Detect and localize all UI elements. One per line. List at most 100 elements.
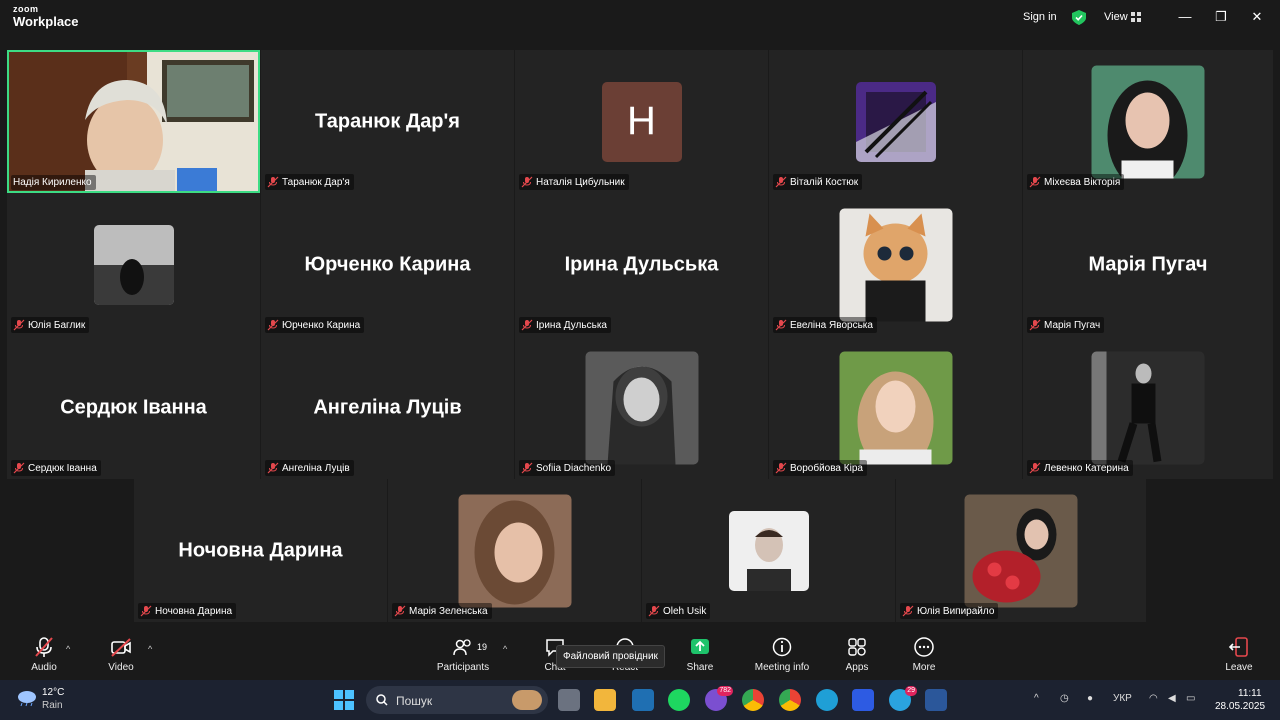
file-explorer-icon[interactable] <box>594 689 616 711</box>
audio-options-caret[interactable]: ^ <box>66 644 70 654</box>
apps-icon <box>848 638 866 656</box>
participant-tile[interactable]: Марія Пугач Марія Пугач <box>1023 193 1273 336</box>
participant-tile[interactable]: Oleh Usik <box>642 479 895 622</box>
view-button[interactable]: View <box>1104 11 1128 23</box>
restore-icon[interactable]: ❐ <box>1213 9 1229 25</box>
share-button[interactable]: Share <box>683 636 717 673</box>
audio-button[interactable]: Audio <box>26 636 62 673</box>
windows-start-icon[interactable] <box>334 690 354 710</box>
clock-date[interactable]: 28.05.2025 <box>1215 701 1265 712</box>
participant-display-name: Ірина Дульська <box>564 253 719 275</box>
weather-condition: Rain <box>42 700 63 711</box>
participant-name-plate: Таранюк Дар'я <box>265 174 354 190</box>
apps-button[interactable]: Apps <box>840 636 874 673</box>
profile-photo <box>728 510 809 591</box>
muted-mic-icon <box>902 605 914 617</box>
profile-photo <box>1091 351 1205 464</box>
profile-photo <box>458 494 571 607</box>
participant-tile[interactable]: Міхеєва Вікторія <box>1023 50 1273 193</box>
telegram-icon[interactable]: 29 <box>889 686 917 711</box>
participant-display-name: Сердюк Іванна <box>60 396 207 418</box>
participant-tile[interactable]: Ангеліна Луців Ангеліна Луців <box>261 336 514 479</box>
participant-tile[interactable]: Сердюк Іванна Сердюк Іванна <box>7 336 260 479</box>
muted-mic-icon <box>13 462 25 474</box>
participant-tile[interactable]: Ночовна Дарина Ночовна Дарина <box>134 479 387 622</box>
profile-photo <box>964 494 1078 607</box>
profile-photo <box>585 351 698 464</box>
participants-options-caret[interactable]: ^ <box>503 644 507 654</box>
sign-in-link[interactable]: Sign in <box>1023 11 1057 23</box>
participant-tile[interactable]: Юлія Випирайло <box>896 479 1146 622</box>
participant-tile[interactable]: Надія Кириленко <box>7 50 260 193</box>
muted-mic-icon <box>775 176 787 188</box>
participant-tile[interactable]: Віталій Костюк <box>769 50 1022 193</box>
search-placeholder: Пошук <box>396 694 433 708</box>
participant-tile[interactable]: Юрченко Карина Юрченко Карина <box>261 193 514 336</box>
participant-display-name: Марія Пугач <box>1088 253 1208 275</box>
spotify-icon[interactable] <box>668 689 690 711</box>
participant-display-name: Ночовна Дарина <box>178 539 343 561</box>
viber-badge: 782 <box>717 686 733 696</box>
participant-name-plate: Евеліна Яворська <box>773 317 877 333</box>
search-highlight-icon <box>512 690 542 710</box>
muted-mic-icon <box>1029 462 1041 474</box>
chrome-profile-icon[interactable] <box>779 689 801 711</box>
clock-tray-icon[interactable]: ◷ <box>1060 693 1069 704</box>
video-off-icon <box>111 638 131 657</box>
participant-name-plate: Сердюк Іванна <box>11 460 101 476</box>
battery-icon[interactable]: ▭ <box>1186 693 1195 704</box>
participant-tile[interactable]: Sofiia Diachenko <box>515 336 768 479</box>
mic-tray-icon[interactable]: ● <box>1087 693 1093 704</box>
participant-name-plate: Віталій Костюк <box>773 174 863 190</box>
gallery-view: Надія Кириленко Таранюк Дар'я Таранюк Да… <box>0 36 1280 630</box>
tray-chevron-icon[interactable]: ^ <box>1034 693 1039 704</box>
profile-photo <box>93 224 174 305</box>
participant-tile[interactable]: Евеліна Яворська <box>769 193 1022 336</box>
zoom-icon[interactable] <box>852 689 874 711</box>
participant-name-plate: Марія Пугач <box>1027 317 1105 333</box>
minimize-icon[interactable]: — <box>1177 9 1193 25</box>
taskbar-search[interactable]: Пошук <box>366 686 548 714</box>
muted-mic-icon <box>13 319 25 331</box>
participant-tile[interactable]: Воробйова Кіра <box>769 336 1022 479</box>
muted-mic-icon <box>775 319 787 331</box>
taskbar-tooltip: Файловий провідник <box>556 645 665 668</box>
muted-mic-icon <box>521 319 533 331</box>
canva-icon[interactable] <box>816 689 838 711</box>
volume-icon[interactable]: ◀ <box>1168 693 1176 704</box>
muted-mic-icon <box>775 462 787 474</box>
participant-name-plate: Юлія Випирайло <box>900 603 999 619</box>
video-options-caret[interactable]: ^ <box>148 644 152 654</box>
clock-time[interactable]: 11:11 <box>1238 688 1262 699</box>
participant-count: 19 <box>477 642 488 652</box>
participant-tile[interactable]: Ірина Дульська Ірина Дульська <box>515 193 768 336</box>
close-icon[interactable]: ✕ <box>1249 9 1265 25</box>
participant-name-plate: Надія Кириленко <box>11 175 96 190</box>
leave-button[interactable]: Leave <box>1222 636 1256 673</box>
muted-mic-icon <box>35 637 53 657</box>
grid-view-icon[interactable] <box>1131 12 1141 22</box>
chrome-icon[interactable] <box>742 689 764 711</box>
muted-mic-icon <box>521 176 533 188</box>
shield-icon[interactable] <box>1072 10 1086 25</box>
participant-tile[interactable]: Левенко Катерина <box>1023 336 1273 479</box>
more-button[interactable]: More <box>907 636 941 673</box>
video-button[interactable]: Video <box>103 636 139 673</box>
language-indicator[interactable]: УКР <box>1113 693 1132 704</box>
meeting-info-button[interactable]: Meeting info <box>750 636 814 673</box>
participant-name-plate: Марія Зеленська <box>392 603 492 619</box>
viber-icon[interactable]: 782 <box>705 686 733 711</box>
desktop-app-icon[interactable] <box>632 689 654 711</box>
participant-name-plate: Ірина Дульська <box>519 317 611 333</box>
word-icon[interactable] <box>925 689 947 711</box>
wifi-icon[interactable]: ◠ <box>1149 693 1158 704</box>
task-view-icon[interactable] <box>558 689 580 711</box>
participant-tile[interactable]: Н Наталія Цибульник <box>515 50 768 193</box>
participant-name-plate: Юрченко Карина <box>265 317 365 333</box>
participant-name-plate: Міхеєва Вікторія <box>1027 174 1125 190</box>
share-screen-icon <box>691 639 709 654</box>
participant-tile[interactable]: Таранюк Дар'я Таранюк Дар'я <box>261 50 514 193</box>
participant-tile[interactable]: Юлія Баглик <box>7 193 260 336</box>
brand-small: zoom <box>13 4 39 14</box>
participant-tile[interactable]: Марія Зеленська <box>388 479 641 622</box>
